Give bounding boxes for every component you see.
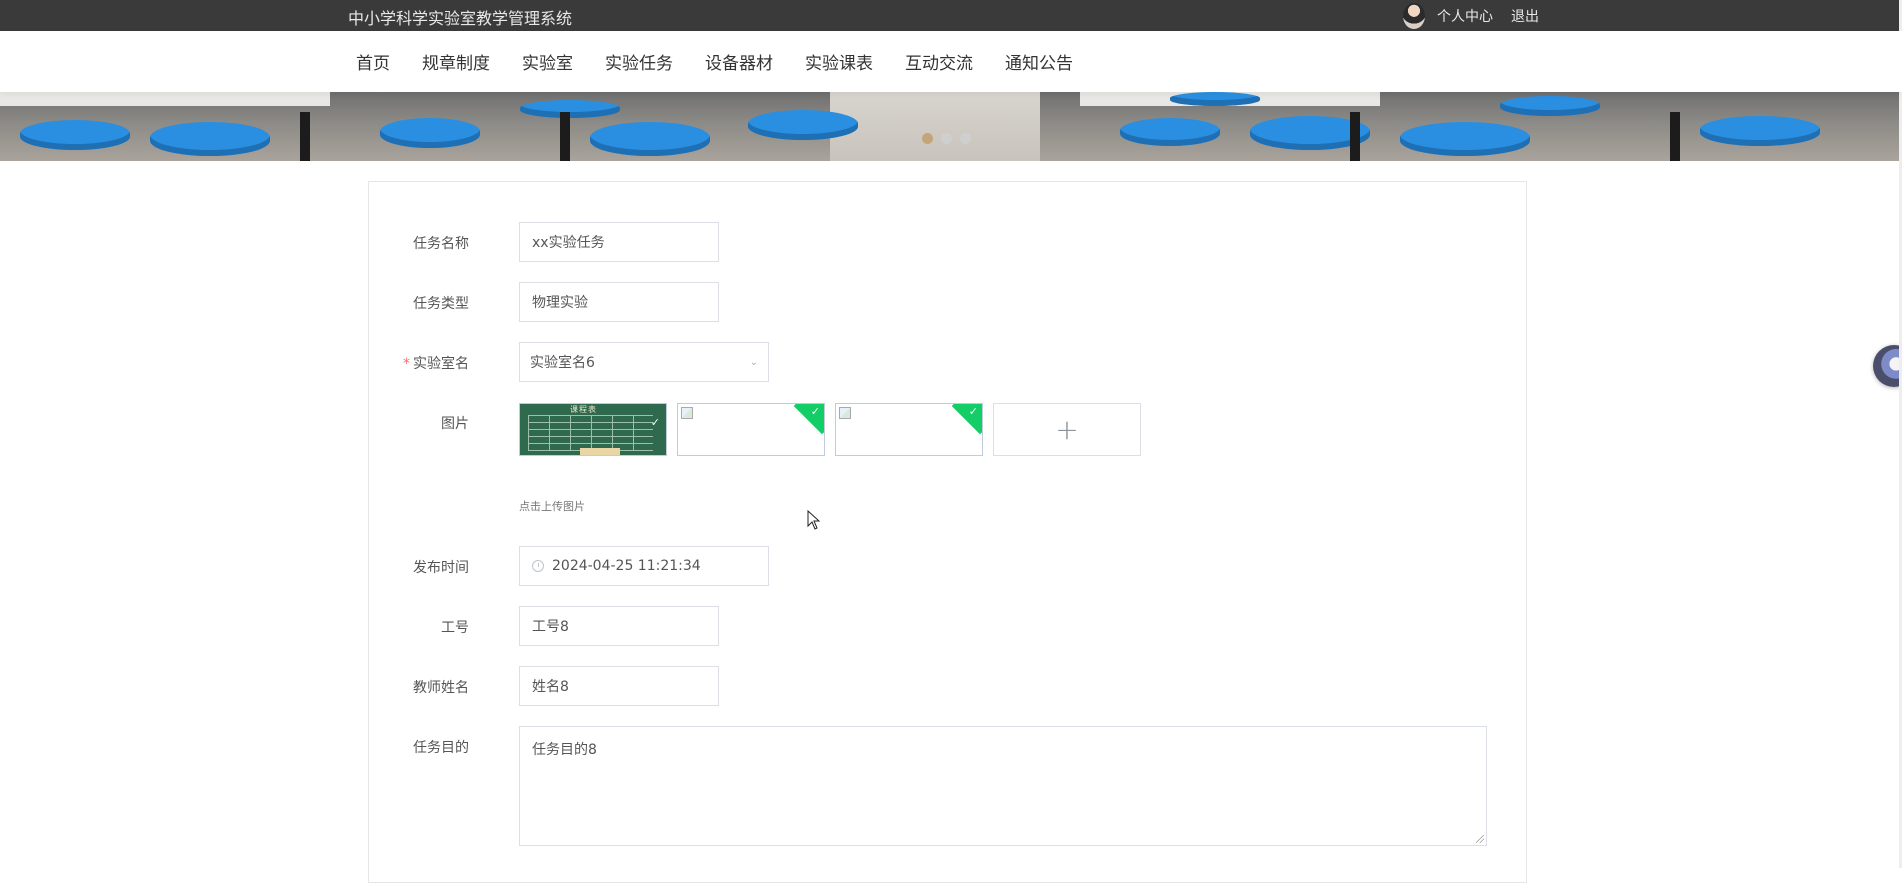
nav-item-schedule[interactable]: 实验课表 (789, 49, 889, 74)
uploaded-image[interactable]: ✓ (835, 403, 983, 456)
task-name-label: 任务名称 (413, 236, 469, 252)
lab-name-value: 实验室名6 (530, 355, 595, 371)
user-area: 个人中心 退出 (1403, 0, 1557, 31)
job-no-input[interactable]: 工号8 (519, 606, 719, 646)
upload-hint: 点击上传图片 (519, 500, 585, 513)
top-bar: 中小学科学实验室教学管理系统 个人中心 退出 (0, 0, 1902, 31)
task-purpose-label: 任务目的 (413, 740, 469, 756)
broken-image-icon (839, 407, 851, 419)
task-type-value: 物理实验 (532, 295, 588, 311)
clock-icon (532, 560, 544, 572)
task-name-value: xx实验任务 (532, 235, 605, 251)
carousel-indicators (922, 133, 971, 144)
avatar[interactable] (1403, 2, 1425, 29)
images-label: 图片 (441, 416, 469, 432)
teacher-name-label: 教师姓名 (413, 680, 469, 696)
check-icon: ✓ (810, 405, 820, 418)
publish-time-picker[interactable]: 2024-04-25 11:21:34 (519, 546, 769, 586)
carousel-dot[interactable] (922, 133, 933, 144)
task-type-label: 任务类型 (413, 296, 469, 312)
logout-link[interactable]: 退出 (1511, 6, 1539, 26)
nav-item-forum[interactable]: 互动交流 (889, 49, 989, 74)
mouse-cursor-icon (807, 510, 821, 530)
chevron-down-icon: ⌄ (749, 357, 758, 368)
banner-carousel[interactable] (0, 92, 1899, 161)
floating-assistant-button[interactable] (1873, 345, 1902, 387)
nav-item-home[interactable]: 首页 (340, 49, 406, 74)
site-title: 中小学科学实验室教学管理系统 (348, 9, 573, 28)
resize-handle-icon[interactable] (1476, 835, 1484, 843)
nav-item-rules[interactable]: 规章制度 (406, 49, 506, 74)
uploaded-image[interactable]: ✓ (677, 403, 825, 456)
lab-name-label: * 实验室名 (369, 353, 469, 373)
profile-link[interactable]: 个人中心 (1437, 6, 1493, 26)
task-name-input[interactable]: xx实验任务 (519, 222, 719, 262)
lab-name-select[interactable]: 实验室名6 ⌄ (519, 342, 769, 382)
task-purpose-textarea[interactable]: 任务目的8 (519, 726, 1487, 846)
nav-item-equipment[interactable]: 设备器材 (689, 49, 789, 74)
nav-item-labs[interactable]: 实验室 (506, 49, 589, 74)
teacher-name-value: 姓名8 (532, 679, 569, 695)
job-no-label: 工号 (441, 620, 469, 636)
carousel-dot[interactable] (960, 133, 971, 144)
plus-icon: + (1055, 413, 1079, 446)
check-icon: ✓ (968, 405, 978, 418)
teacher-name-input[interactable]: 姓名8 (519, 666, 719, 706)
task-form: 任务名称 xx实验任务 任务类型 物理实验 * 实验室名 实验室名6 ⌄ 图片 课… (368, 181, 1527, 883)
nav-item-tasks[interactable]: 实验任务 (589, 49, 689, 74)
task-type-input[interactable]: 物理实验 (519, 282, 719, 322)
carousel-dot[interactable] (941, 133, 952, 144)
required-mark: * (403, 356, 410, 372)
task-purpose-value: 任务目的8 (532, 742, 597, 758)
publish-time-label: 发布时间 (413, 560, 469, 576)
upload-button[interactable]: + (993, 403, 1141, 456)
schedule-thumbnail: 课程表 (520, 404, 666, 455)
publish-time-value: 2024-04-25 11:21:34 (552, 558, 701, 574)
check-icon: ✓ (650, 416, 660, 429)
success-corner (951, 404, 982, 435)
job-no-value: 工号8 (532, 619, 569, 635)
uploaded-image[interactable]: 课程表 ✓ (519, 403, 667, 456)
lab-name-label-text: 实验室名 (413, 356, 469, 372)
broken-image-icon (681, 407, 693, 419)
success-corner (793, 404, 824, 435)
nav-items: 首页 规章制度 实验室 实验任务 设备器材 实验课表 互动交流 通知公告 (340, 31, 1089, 92)
main-nav: 首页 规章制度 实验室 实验任务 设备器材 实验课表 互动交流 通知公告 (0, 31, 1902, 92)
nav-item-notices[interactable]: 通知公告 (989, 49, 1089, 74)
